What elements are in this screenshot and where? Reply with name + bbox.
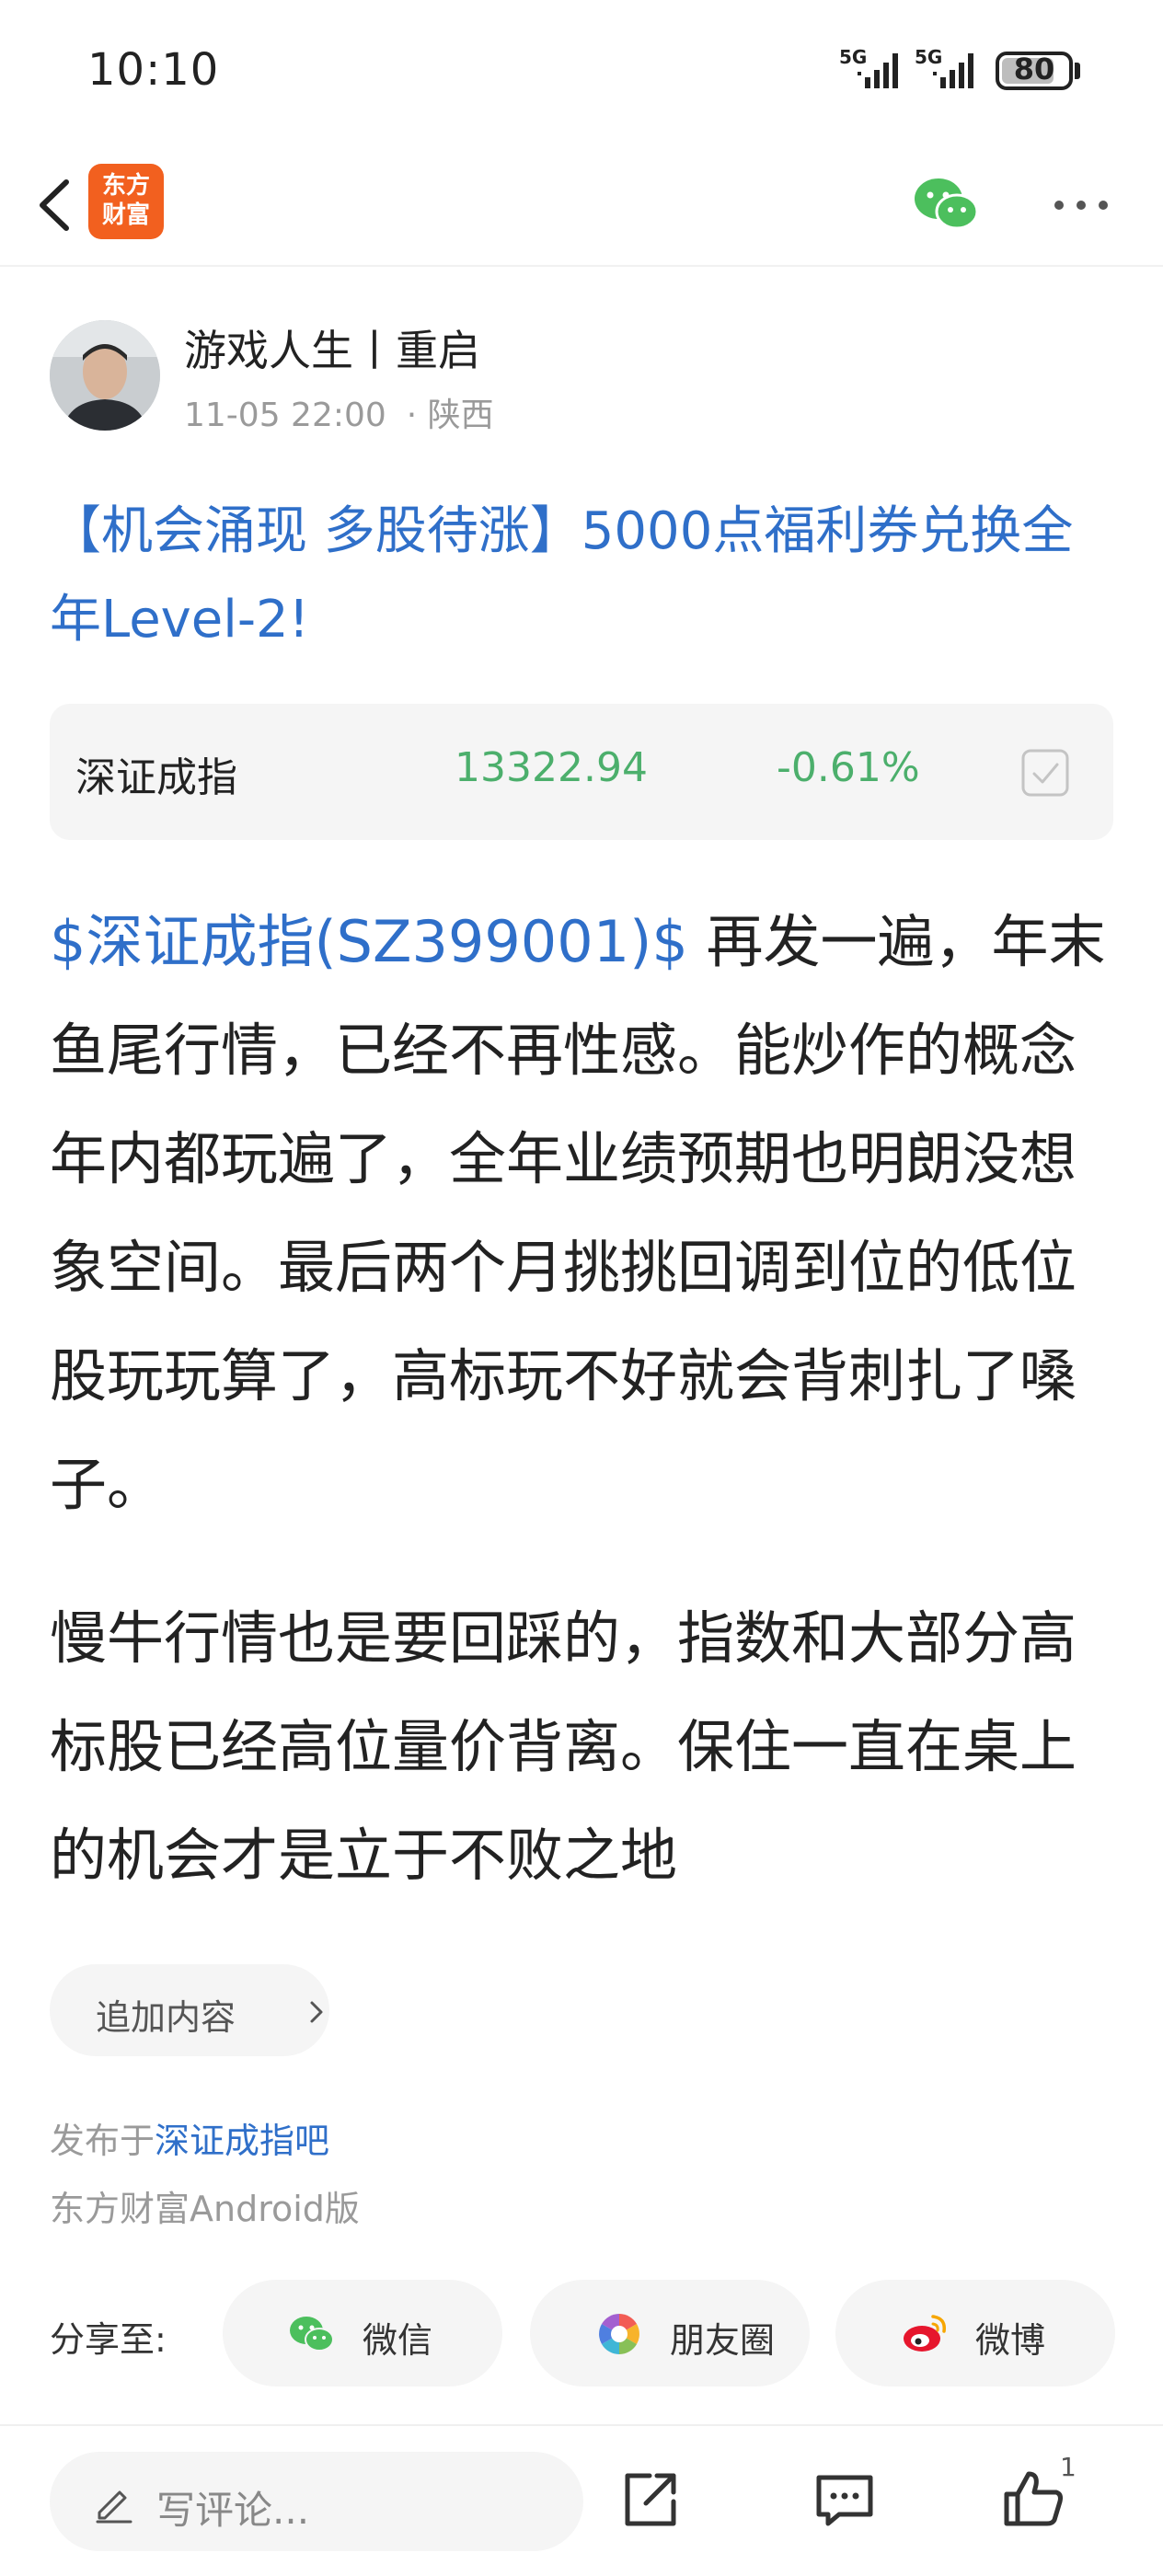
avatar-image <box>50 320 160 431</box>
stock-name: 深证成指 <box>75 754 237 801</box>
nav-bar: 东方 财富 <box>0 147 1163 267</box>
post-paragraph-1: $深证成指(SZ399001)$ 再发一遍，年末鱼尾行情，已经不再性感。能炒作的… <box>50 888 1117 1539</box>
comment-placeholder: 写评论... <box>156 2488 310 2533</box>
like-count: 1 <box>1060 2452 1077 2482</box>
post-meta: 11-05 22:00 · 陕西 <box>184 388 494 436</box>
thumb-up-icon[interactable] <box>1001 2467 1067 2533</box>
post-location: · 陕西 <box>406 397 494 434</box>
share-moments-button[interactable]: 朋友圈 <box>530 2280 810 2386</box>
share-wechat-button[interactable]: 微信 <box>223 2280 502 2386</box>
battery-level: 80 <box>1013 52 1055 86</box>
add-watchlist-icon[interactable] <box>1019 747 1071 799</box>
published-in: 发布于深证成指吧 <box>50 2112 329 2163</box>
stock-link[interactable]: $深证成指(SZ399001)$ <box>50 908 688 975</box>
published-prefix: 发布于 <box>50 2121 155 2161</box>
status-bar: 10:10 5G 5G 80 <box>0 0 1163 147</box>
signal-bars-icon <box>858 53 898 88</box>
share-weibo-label: 微博 <box>975 2320 1046 2361</box>
stock-price: 13322.94 <box>455 744 648 791</box>
back-icon[interactable] <box>26 164 90 247</box>
client-source: 东方财富Android版 <box>50 2189 360 2229</box>
share-wechat-label: 微信 <box>363 2320 433 2361</box>
add-content-button[interactable]: 追加内容 <box>50 1964 329 2056</box>
add-content-label: 追加内容 <box>96 1997 236 2038</box>
app-logo: 东方 财富 <box>88 164 164 239</box>
more-icon[interactable] <box>1044 182 1118 228</box>
stock-quote-card[interactable]: 深证成指 13322.94 -0.61% <box>50 704 1113 840</box>
battery-icon: 80 <box>996 52 1073 90</box>
wechat-icon <box>290 2317 334 2352</box>
post-paragraph-2: 慢牛行情也是要回踩的，指数和大部分高标股已经高位量价背离。保住一直在桌上的机会才… <box>50 1604 1077 1889</box>
stock-bar-link[interactable]: 深证成指吧 <box>155 2121 329 2161</box>
share-weibo-button[interactable]: 微博 <box>835 2280 1115 2386</box>
share-label: 分享至: <box>50 2319 167 2360</box>
stock-change: -0.61% <box>777 744 920 791</box>
moments-icon <box>599 2314 639 2354</box>
share-moments-label: 朋友圈 <box>670 2320 776 2361</box>
pen-icon <box>96 2490 132 2524</box>
wechat-icon[interactable] <box>909 167 983 241</box>
app-logo-line1: 东方 <box>101 172 150 200</box>
avatar[interactable] <box>50 320 160 431</box>
share-out-icon[interactable] <box>616 2467 683 2533</box>
bottom-toolbar: 写评论... 1 <box>0 2424 1163 2576</box>
post-title[interactable]: 【机会涌现 多股待涨】5000点福利券兑换全年Level-2! <box>50 488 1117 664</box>
signal-bars-icon-2 <box>933 53 973 88</box>
weibo-icon <box>904 2315 946 2352</box>
chevron-right-icon <box>310 2001 323 2023</box>
post-time: 11-05 22:00 <box>184 397 386 434</box>
status-time: 10:10 <box>87 44 220 96</box>
app-logo-line2: 财富 <box>101 201 150 229</box>
paragraph-1-text: 再发一遍，年末鱼尾行情，已经不再性感。能炒作的概念年内都玩遍了，全年业绩预期也明… <box>50 908 1106 1518</box>
comment-input[interactable]: 写评论... <box>50 2452 583 2551</box>
comment-icon[interactable] <box>812 2467 878 2533</box>
author-name[interactable]: 游戏人生丨重启 <box>184 317 480 378</box>
battery-cap <box>1075 63 1080 79</box>
